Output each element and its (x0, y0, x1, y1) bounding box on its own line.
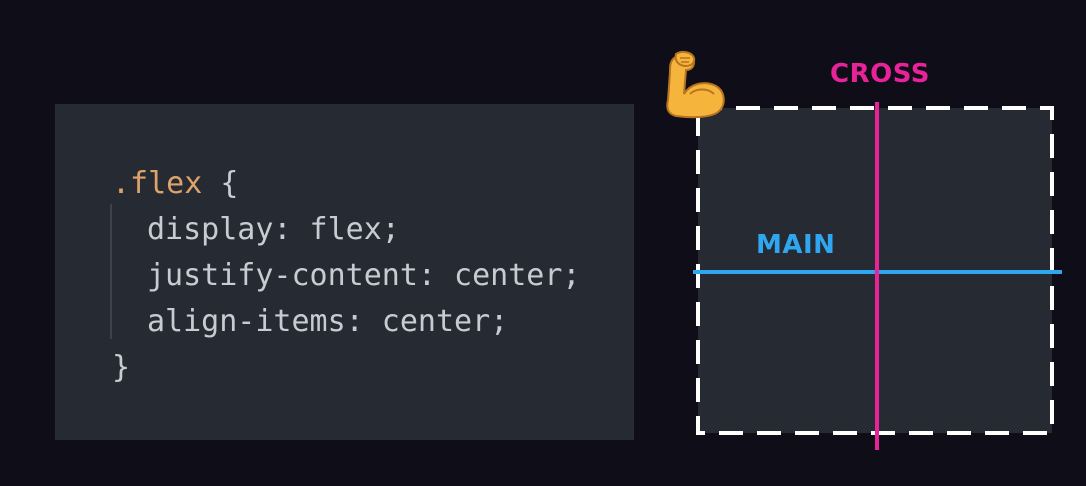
css-selector: .flex (112, 166, 203, 201)
code-panel: .flex { display: flex; justify-content: … (55, 104, 634, 440)
code-selector-line: .flex { (112, 161, 238, 207)
cross-axis-label: CROSS (830, 59, 930, 89)
main-axis-label: MAIN (756, 230, 836, 260)
code-declaration: align-items: center; (147, 304, 509, 339)
flexbox-axis-diagram: CROSS MAIN (660, 50, 1086, 486)
code-declaration: justify-content: center; (147, 258, 581, 293)
open-brace: { (202, 166, 239, 201)
indent-guide (110, 204, 112, 339)
code-declaration: display: flex; (147, 212, 400, 247)
flexed-biceps-icon (666, 50, 725, 119)
close-brace: } (112, 350, 131, 385)
